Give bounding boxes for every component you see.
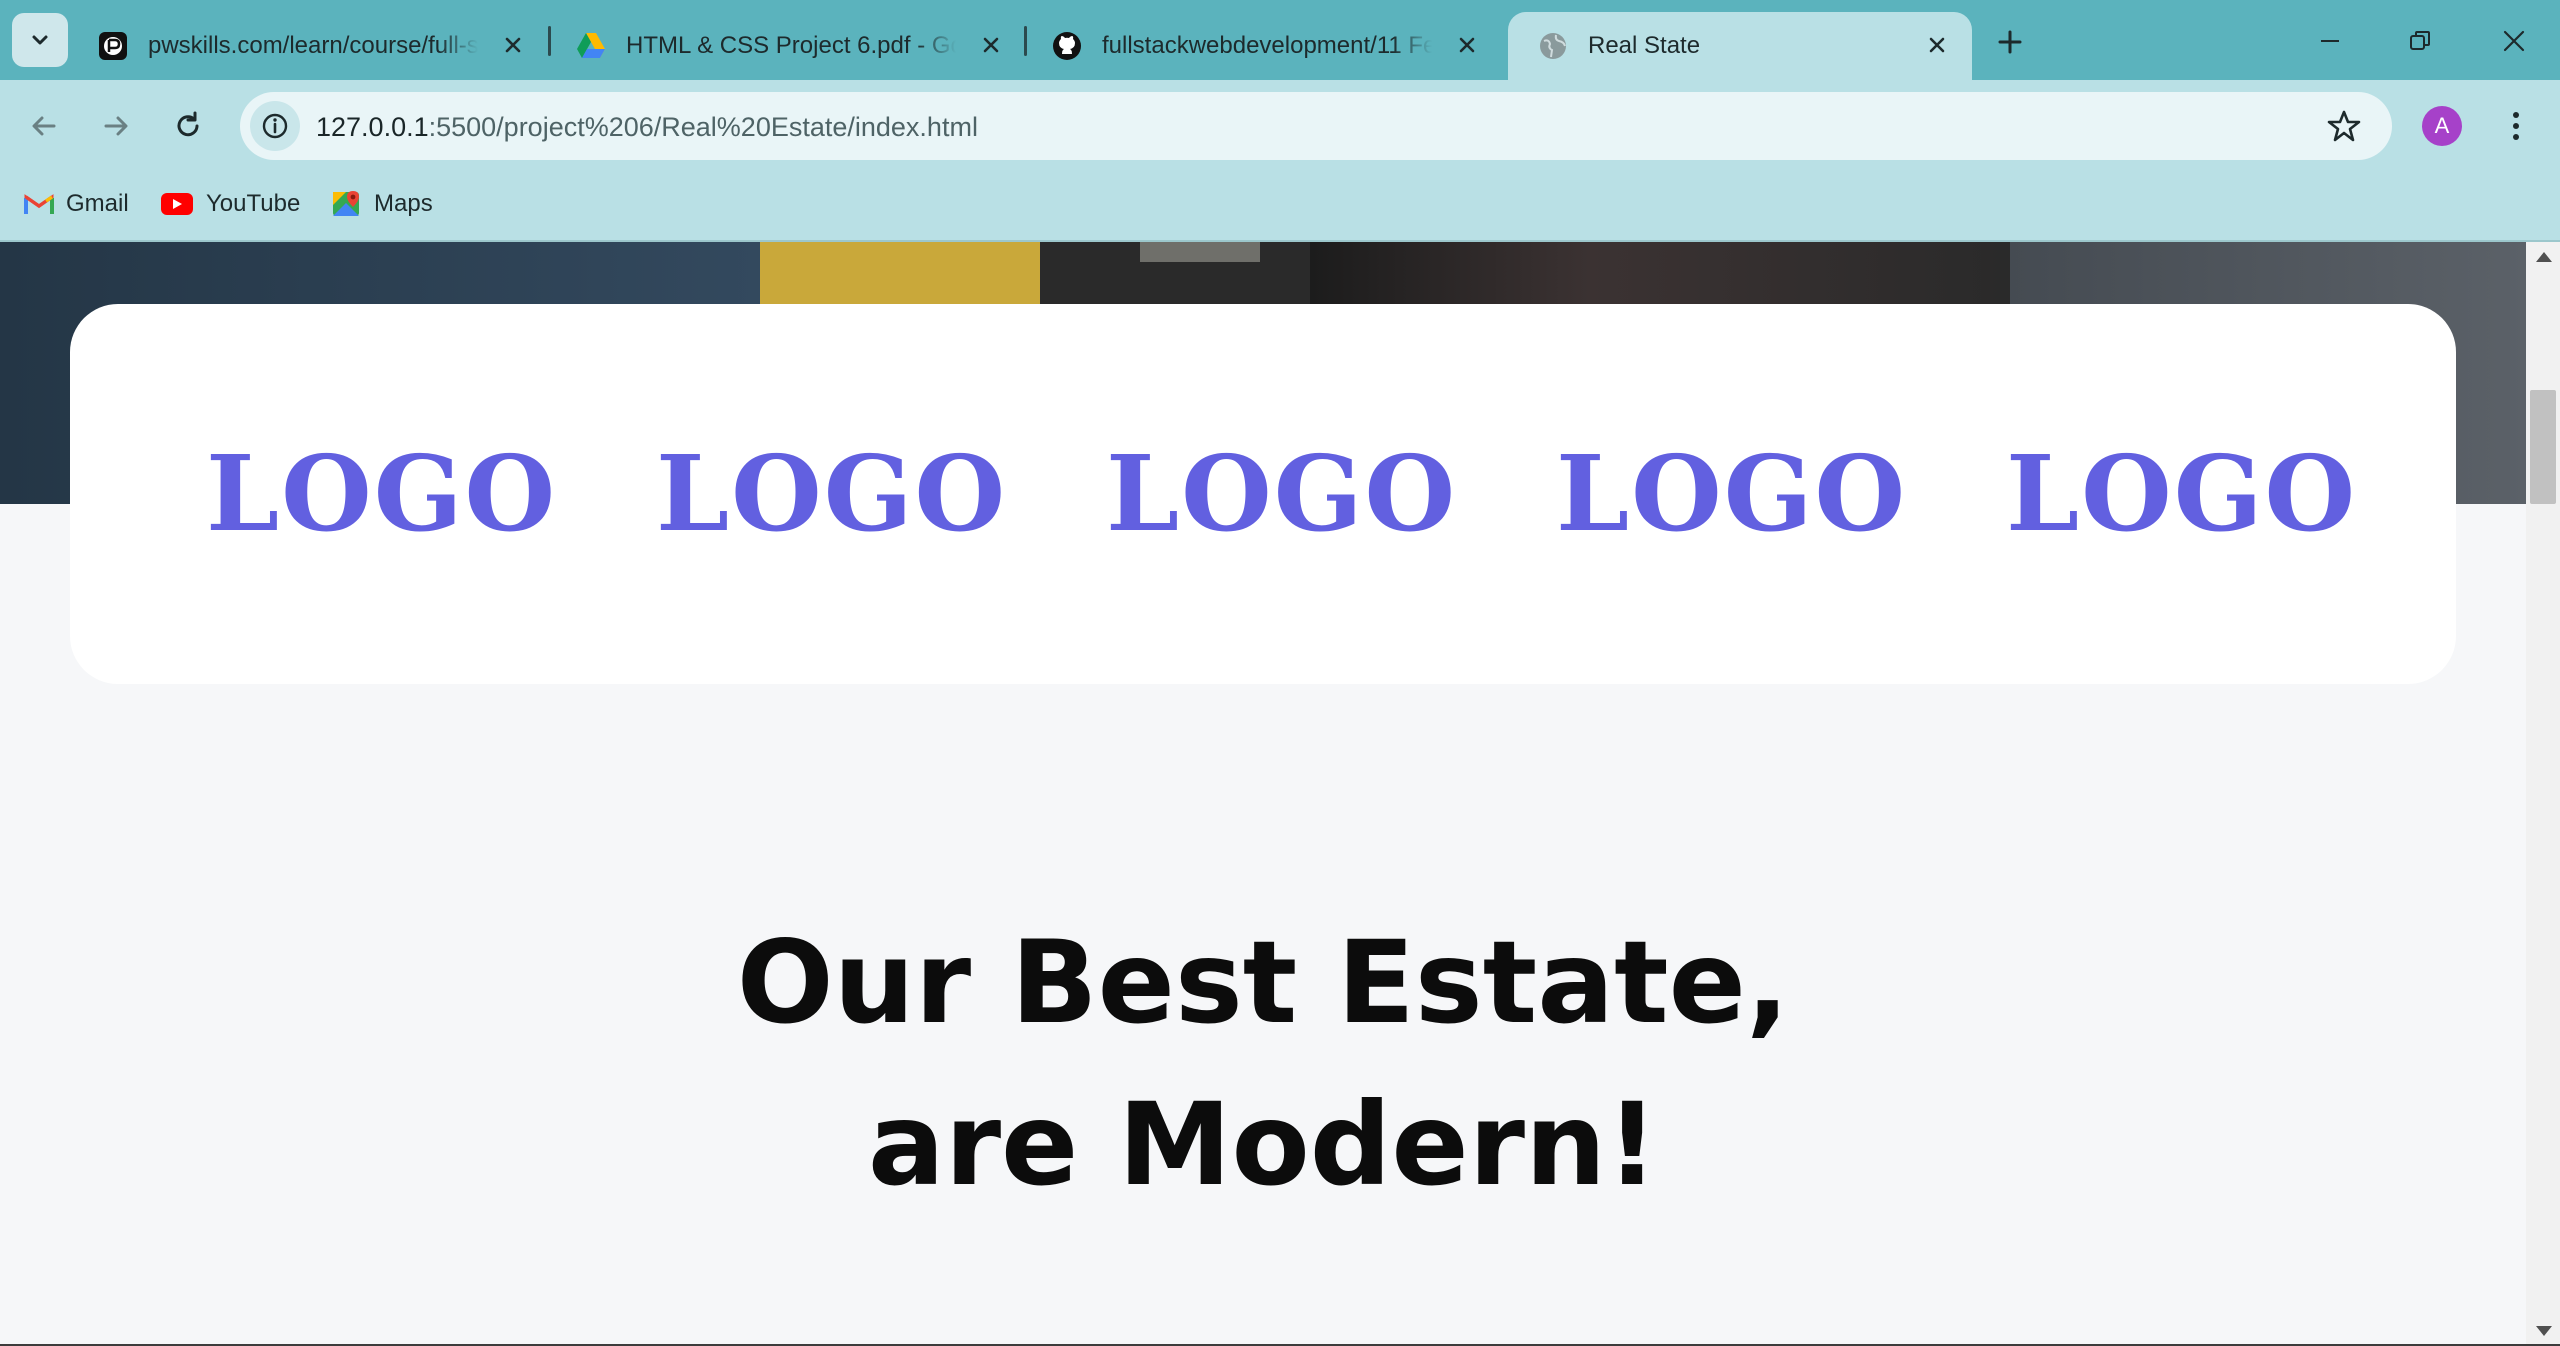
info-icon (262, 113, 288, 139)
url-path: :5500/project%206/Real%20Estate/index.ht… (428, 112, 978, 142)
bookmark-star-icon[interactable] (2326, 108, 2362, 144)
bookmarks-bar: Gmail YouTube Maps (0, 170, 2560, 242)
bookmark-gmail[interactable]: Gmail (24, 186, 129, 222)
bookmark-label: YouTube (206, 190, 301, 217)
scroll-up-arrow-icon[interactable] (2536, 252, 2552, 262)
restore-icon (2410, 31, 2430, 50)
bookmark-label: Maps (374, 190, 433, 217)
close-icon[interactable] (1454, 32, 1480, 58)
maps-icon (333, 191, 359, 216)
reload-button[interactable] (162, 100, 214, 152)
vertical-scrollbar[interactable] (2526, 242, 2560, 1346)
partner-logo: LOGO (1556, 432, 1908, 555)
tab-github[interactable]: fullstackwebdevelopment/11 Fe (1022, 12, 1502, 80)
close-icon[interactable] (500, 32, 526, 58)
profile-avatar[interactable]: A (2422, 106, 2462, 146)
pwskills-favicon (98, 31, 128, 61)
tab-google-drive[interactable]: HTML & CSS Project 6.pdf - Go (546, 12, 1026, 80)
bookmark-maps[interactable]: Maps (332, 186, 433, 222)
heading-line-1: Our Best Estate, (736, 916, 1790, 1049)
address-bar[interactable]: 127.0.0.1:5500/project%206/Real%20Estate… (240, 92, 2392, 160)
new-tab-button[interactable] (1990, 22, 2030, 62)
partner-logo: LOGO (656, 432, 1008, 555)
scrollbar-thumb[interactable] (2530, 390, 2556, 504)
logo-row: LOGO LOGO LOGO LOGO LOGO (70, 304, 2456, 684)
heading-line-2: are Modern! (867, 1078, 1659, 1211)
restore-button[interactable] (2390, 16, 2450, 66)
page-viewport: LOGO LOGO LOGO LOGO LOGO Our Best Estate… (0, 242, 2526, 1346)
tab-title: fullstackwebdevelopment/11 Fe (1102, 32, 1432, 59)
globe-icon (1538, 31, 1568, 61)
github-icon (1052, 31, 1082, 61)
partner-logo: LOGO (1106, 432, 1458, 555)
minimize-icon (2321, 40, 2339, 42)
google-drive-icon (576, 31, 606, 61)
reload-icon (177, 111, 199, 137)
close-icon (2503, 30, 2525, 52)
close-icon[interactable] (978, 32, 1004, 58)
menu-button[interactable] (2498, 106, 2534, 146)
url-host: 127.0.0.1 (316, 112, 429, 142)
browser-toolbar: 127.0.0.1:5500/project%206/Real%20Estate… (0, 80, 2560, 170)
tab-title: pwskills.com/learn/course/full-s (148, 32, 478, 59)
tab-title: Real State (1588, 32, 1701, 59)
section-heading: Our Best Estate, are Modern! (0, 902, 2526, 1226)
chevron-down-icon (32, 35, 48, 45)
tab-search-button[interactable] (12, 13, 68, 67)
partner-logo: LOGO (206, 432, 558, 555)
minimize-button[interactable] (2300, 16, 2360, 66)
gmail-icon (24, 194, 54, 214)
tab-title: HTML & CSS Project 6.pdf - Go (626, 32, 956, 59)
tab-pwskills[interactable]: pwskills.com/learn/course/full-s (68, 12, 548, 80)
tab-strip: pwskills.com/learn/course/full-s HTML & … (0, 0, 2560, 80)
scroll-down-arrow-icon[interactable] (2536, 1326, 2552, 1336)
site-info-button[interactable] (250, 101, 300, 151)
url-text[interactable]: 127.0.0.1:5500/project%206/Real%20Estate… (316, 112, 978, 143)
close-icon[interactable] (1924, 32, 1950, 58)
forward-button[interactable] (90, 100, 142, 152)
partner-logos-card: LOGO LOGO LOGO LOGO LOGO (70, 304, 2456, 684)
partner-logo: LOGO (2006, 432, 2358, 555)
back-button[interactable] (18, 100, 70, 152)
arrow-left-icon (32, 116, 56, 136)
tab-real-state[interactable]: Real State (1508, 12, 1972, 80)
bookmark-youtube[interactable]: YouTube (160, 186, 300, 222)
plus-icon (1998, 30, 2022, 54)
kebab-menu-icon (2513, 112, 2519, 140)
youtube-icon (161, 193, 193, 215)
close-window-button[interactable] (2484, 16, 2544, 66)
bookmark-label: Gmail (66, 190, 129, 217)
arrow-right-icon (104, 116, 128, 136)
